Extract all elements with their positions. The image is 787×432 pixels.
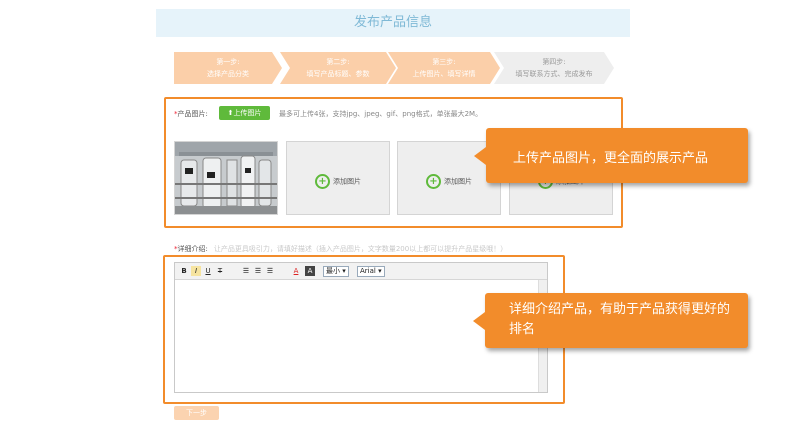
detail-label: *详细介绍: 让产品更具吸引力，请填好描述（插入产品图片，文字数量200以上都可以… bbox=[174, 244, 507, 254]
step-2: 第二步: 填写产品标题、参数 bbox=[280, 52, 396, 84]
upload-photo-button[interactable]: ⬆上传图片 bbox=[219, 106, 270, 120]
add-circle-icon: + bbox=[315, 174, 330, 189]
detail-tip-callout: 详细介绍产品，有助于产品获得更好的排名 bbox=[473, 293, 748, 348]
font-family-value: Arial bbox=[360, 267, 376, 275]
detail-label-text: 详细介绍: bbox=[177, 245, 208, 253]
step-1-desc: 选择产品分类 bbox=[207, 70, 249, 78]
step-2-name: 第二步: bbox=[326, 58, 350, 66]
step-1: 第一步: 选择产品分类 bbox=[174, 52, 282, 84]
page-title: 发布产品信息 bbox=[156, 9, 630, 37]
underline-button[interactable]: U bbox=[203, 266, 213, 276]
add-photo-label: 添加图片 bbox=[333, 177, 361, 186]
font-family-select[interactable]: Arial ▾ bbox=[357, 266, 385, 277]
add-circle-icon: + bbox=[426, 174, 441, 189]
machine-image bbox=[175, 142, 277, 214]
step-4-desc: 填写联系方式、完成发布 bbox=[515, 70, 593, 78]
bold-button[interactable]: B bbox=[179, 266, 189, 276]
step-2-desc: 填写产品标题、参数 bbox=[306, 70, 370, 78]
detail-tip-text: 详细介绍产品，有助于产品获得更好的排名 bbox=[509, 302, 731, 337]
strikethrough-button[interactable]: T bbox=[215, 266, 225, 276]
add-photo-label: 添加图片 bbox=[444, 177, 472, 186]
add-photo-slot-1[interactable]: + 添加图片 bbox=[286, 141, 390, 215]
align-center-icon[interactable]: ☰ bbox=[253, 266, 263, 276]
align-right-icon[interactable]: ☰ bbox=[265, 266, 275, 276]
font-color-button[interactable]: A bbox=[291, 266, 301, 276]
next-step-button[interactable]: 下一步 bbox=[174, 406, 219, 420]
photo-label: *产品图片: bbox=[174, 109, 208, 119]
product-photo-thumbnail[interactable] bbox=[174, 141, 278, 215]
font-size-value: 最小 bbox=[326, 267, 340, 275]
step-3: 第三步: 上传图片、填写详情 bbox=[388, 52, 500, 84]
step-1-name: 第一步: bbox=[216, 58, 240, 66]
font-size-select[interactable]: 最小 ▾ bbox=[323, 266, 349, 277]
photo-label-text: 产品图片: bbox=[177, 110, 208, 118]
editor-toolbar: B I U T ☰ ☰ ☰ A A 最小 ▾ Arial ▾ bbox=[175, 263, 547, 280]
highlight-color-button[interactable]: A bbox=[305, 266, 315, 276]
step-3-name: 第三步: bbox=[432, 58, 456, 66]
step-3-desc: 上传图片、填写详情 bbox=[412, 70, 476, 78]
italic-button[interactable]: I bbox=[191, 266, 201, 276]
upload-photo-label: 上传图片 bbox=[233, 109, 262, 117]
align-left-icon[interactable]: ☰ bbox=[241, 266, 251, 276]
photo-tip-text: 上传产品图片，更全面的展示产品 bbox=[513, 151, 709, 166]
step-4: 第四步: 填写联系方式、完成发布 bbox=[494, 52, 614, 84]
detail-hint: 让产品更具吸引力，请填好描述（插入产品图片，文字数量200以上都可以提升产品星级… bbox=[213, 245, 508, 253]
upload-hint: 最多可上传4张，支持jpg、jpeg、gif、png格式，单张最大2M。 bbox=[279, 110, 483, 118]
step-4-name: 第四步: bbox=[542, 58, 566, 66]
photo-tip-callout: 上传产品图片，更全面的展示产品 bbox=[474, 128, 748, 183]
step-progress: 第一步: 选择产品分类 第二步: 填写产品标题、参数 第三步: 上传图片、填写详情 第… bbox=[174, 52, 614, 84]
